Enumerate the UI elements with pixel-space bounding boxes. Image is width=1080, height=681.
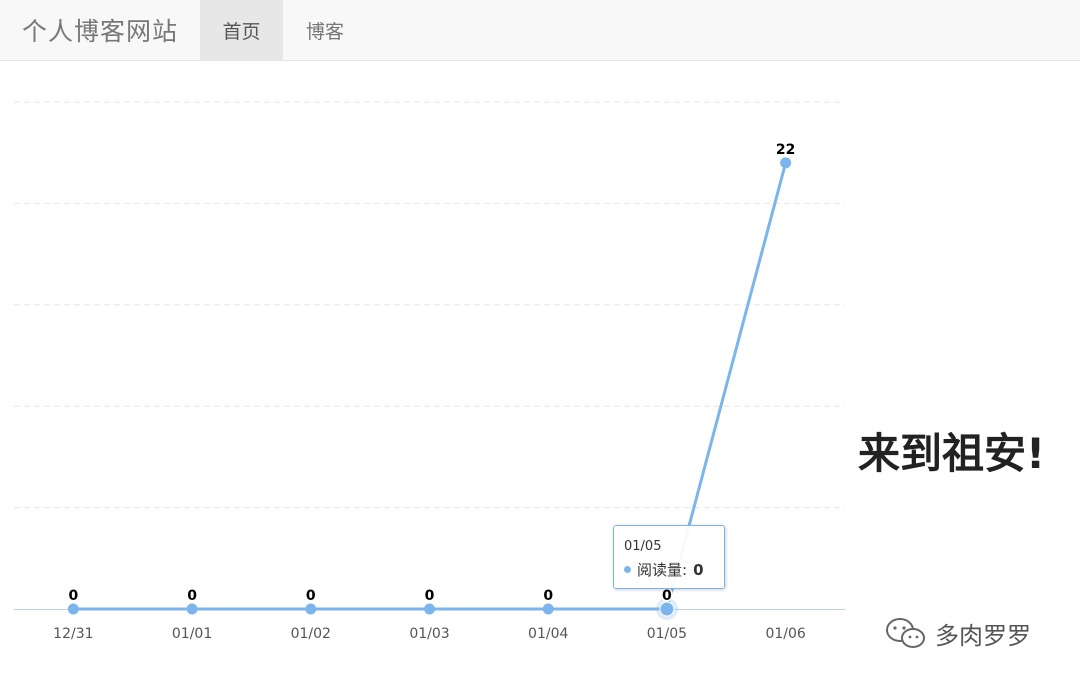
slogan-text: 来到祖安! xyxy=(858,429,1046,478)
line-chart: 12/31 01/01 01/02 01/03 01/04 01/05 01/060 0 0 0 0… xyxy=(14,101,845,642)
reads-chart: 12/31 01/01 01/02 01/03 01/04 01/05 01/06 0 0 0 0 0… xyxy=(0,62,860,681)
x-tick-label: 01/03 xyxy=(409,626,449,642)
x-tick-label: 01/02 xyxy=(291,626,331,642)
data-point xyxy=(186,603,198,615)
x-tick-label: 01/01 xyxy=(172,626,212,642)
tooltip-series-dot xyxy=(624,566,631,573)
data-label: 22 xyxy=(776,142,795,158)
watermark-text: 多肉罗罗 xyxy=(935,622,1031,650)
x-tick-label: 12/31 xyxy=(53,626,93,642)
data-label: 0 xyxy=(543,588,553,604)
navbar: 个人博客网站 首页 博客 xyxy=(0,0,1080,61)
tooltip-value: 0 xyxy=(693,560,704,579)
data-point xyxy=(542,603,554,615)
data-label: 0 xyxy=(306,588,316,604)
data-point xyxy=(780,157,792,169)
data-label: 0 xyxy=(187,588,197,604)
tooltip-series-colon: : xyxy=(682,560,688,579)
nav-item-home[interactable]: 首页 xyxy=(200,0,284,60)
data-label: 0 xyxy=(662,588,672,604)
data-point xyxy=(305,603,317,615)
tooltip-category: 01/05 xyxy=(624,539,662,554)
x-tick-label: 01/06 xyxy=(765,626,805,642)
site-brand[interactable]: 个人博客网站 xyxy=(0,0,200,60)
data-point xyxy=(424,603,435,615)
data-point xyxy=(67,603,79,615)
watermark: 多肉罗罗 xyxy=(885,616,1031,651)
x-tick-label: 01/05 xyxy=(647,626,687,642)
x-tick-label: 01/04 xyxy=(528,626,568,642)
data-label: 0 xyxy=(68,588,78,604)
tooltip-series-name: 阅读量 xyxy=(637,561,683,579)
wechat-icon xyxy=(886,617,925,648)
chart-tooltip: 01/05 阅读量: 0 xyxy=(613,525,725,589)
data-point xyxy=(659,601,675,617)
data-label: 0 xyxy=(425,588,435,604)
nav-item-blog[interactable]: 博客 xyxy=(283,0,367,60)
